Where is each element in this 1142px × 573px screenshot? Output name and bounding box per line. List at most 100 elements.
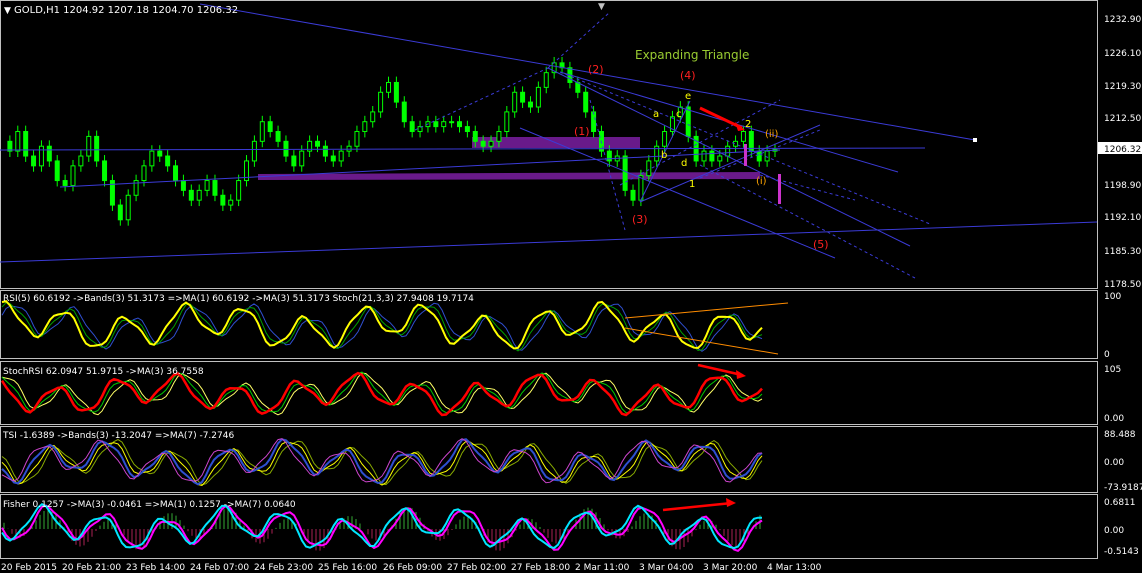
candle-body — [488, 140, 494, 147]
scroll-marker-icon[interactable]: ▼ — [598, 2, 605, 12]
time-tick: 23 Feb 14:00 — [126, 563, 185, 573]
candle-body — [315, 140, 321, 147]
candle-body — [464, 126, 470, 133]
candle-body — [173, 165, 179, 182]
fisher-tick-bottom: -0.5143 — [1104, 547, 1139, 557]
candle-body — [591, 111, 597, 133]
wave-label-d: d — [681, 158, 687, 169]
price-axis: 1232.90 1226.10 1219.30 1212.50 1206.32 … — [1098, 15, 1142, 290]
candle-body — [504, 111, 510, 133]
candle-body — [23, 131, 29, 157]
candle-body — [204, 180, 210, 191]
candle-body — [165, 155, 171, 167]
candle-body — [725, 145, 731, 157]
candle-body — [141, 165, 147, 182]
candle-body — [86, 135, 92, 157]
price-tick: 1226.10 — [1104, 49, 1141, 59]
time-tick: 24 Feb 23:00 — [254, 563, 313, 573]
time-tick: 26 Feb 09:00 — [383, 563, 442, 573]
candle-body — [236, 180, 242, 201]
wave-label-2: (2) — [588, 63, 604, 76]
wave-label-sub2: 2 — [745, 119, 751, 130]
wave-label-e: e — [685, 91, 691, 102]
trading-chart[interactable]: ▼ GOLD,H1 1204.92 1207.18 1204.70 1206.3… — [0, 0, 1142, 573]
candle-body — [527, 101, 533, 108]
price-tick: 1198.90 — [1104, 181, 1141, 191]
candle-body — [622, 155, 628, 191]
candle-body — [346, 145, 352, 152]
stoch-tick-bottom: 0.00 — [1104, 414, 1124, 424]
candle-body — [606, 150, 612, 162]
wave-label-1: (1) — [574, 125, 590, 138]
time-tick: 25 Feb 16:00 — [318, 563, 377, 573]
candle-body — [662, 131, 668, 147]
candle-body — [685, 106, 691, 137]
candle-body — [283, 140, 289, 157]
time-tick: 3 Mar 04:00 — [639, 563, 694, 573]
candle-body — [756, 150, 762, 162]
time-tick: 27 Feb 18:00 — [511, 563, 570, 573]
candle-body — [78, 155, 84, 167]
candle-body — [149, 150, 155, 167]
price-tick: 1192.10 — [1104, 213, 1141, 223]
candle-body — [220, 194, 226, 206]
current-price-label: 1206.32 — [1104, 145, 1141, 155]
price-tick: 1185.30 — [1104, 247, 1141, 257]
candle-body — [543, 72, 549, 88]
stochrsi-header: StochRSI 62.0947 51.9715 ->MA(3) 36.7558 — [3, 367, 204, 377]
symbol-header: GOLD,H1 1204.92 1207.18 1204.70 1206.32 — [14, 5, 238, 16]
candle-body — [299, 150, 305, 167]
time-tick: 4 Mar 13:00 — [767, 563, 822, 573]
time-tick: 2 Mar 11:00 — [575, 563, 630, 573]
tsi-tick-bottom: -73.9187 — [1104, 483, 1142, 493]
candle-body — [456, 121, 462, 128]
candle-body — [449, 121, 455, 124]
wave-label-b: b — [661, 150, 667, 161]
candle-body — [188, 189, 194, 201]
candle-body — [433, 121, 439, 128]
candle-body — [480, 140, 486, 147]
candle-body — [125, 194, 131, 221]
fisher-tick-top: 0.6811 — [1104, 498, 1136, 508]
chart-menu-icon[interactable]: ▼ — [4, 6, 11, 16]
pattern-title: Expanding Triangle — [635, 48, 749, 62]
wave-label-a: a — [653, 109, 659, 120]
candle-body — [496, 131, 502, 142]
trendline-anchor — [973, 138, 977, 142]
candle-body — [386, 81, 391, 93]
candle-body — [701, 150, 707, 162]
wave-label-i: (i) — [756, 176, 767, 187]
time-tick: 20 Feb 21:00 — [62, 563, 121, 573]
candle-body — [275, 131, 281, 142]
fisher-header: Fisher 0.1257 ->MA(3) -0.0461 =>MA(1) 0.… — [3, 500, 296, 510]
time-tick: 24 Feb 07:00 — [190, 563, 249, 573]
candle-body — [520, 91, 526, 103]
candle-body — [38, 145, 44, 167]
candle-body — [117, 204, 123, 221]
candle-body — [267, 121, 273, 133]
price-tick: 1219.30 — [1104, 82, 1141, 92]
stoch-tick-top: 105 — [1104, 365, 1121, 375]
candle-body — [70, 165, 76, 186]
price-tick: 1178.50 — [1104, 280, 1141, 290]
time-tick: 3 Mar 20:00 — [703, 563, 758, 573]
candle-body — [393, 81, 399, 103]
candle-body — [717, 155, 723, 162]
candle-body — [102, 160, 108, 182]
rsi-tick-bottom: 0 — [1104, 350, 1110, 360]
candle-body — [180, 180, 186, 191]
price-tick: 1232.90 — [1104, 15, 1141, 25]
candle-body — [512, 91, 518, 113]
fisher-tick-mid: 0.00 — [1104, 526, 1124, 536]
tsi-tick-mid: 0.00 — [1104, 458, 1124, 468]
candle-body — [370, 111, 376, 123]
candle-body — [646, 160, 652, 177]
wave-label-5: (5) — [813, 238, 829, 251]
candle-body — [291, 155, 297, 167]
tsi-header: TSI -1.6389 ->Bands(3) -13.2047 =>MA(7) … — [2, 431, 234, 441]
tsi-tick-top: 88.488 — [1104, 430, 1136, 440]
candle-body — [401, 101, 407, 123]
candle-body — [362, 121, 368, 133]
candle-body — [709, 150, 715, 162]
candle-body — [535, 86, 541, 108]
